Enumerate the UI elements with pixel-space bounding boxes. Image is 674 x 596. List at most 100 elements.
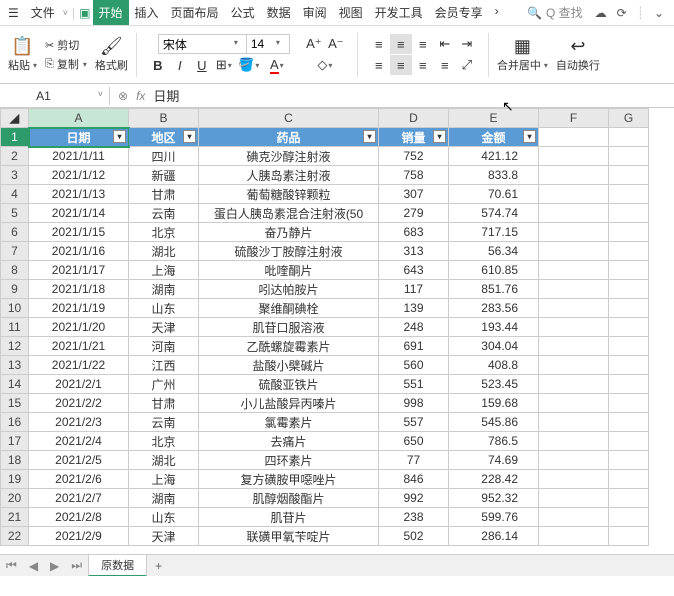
decrease-font-button[interactable]: A⁻ [325,34,347,54]
cell[interactable]: 691 [379,337,449,356]
cell[interactable]: 717.15 [449,223,539,242]
cell[interactable]: 70.61 [449,185,539,204]
cell[interactable]: 硫酸沙丁胺醇注射液 [199,242,379,261]
filter-button[interactable]: ▾ [363,130,376,143]
name-box[interactable]: A1 ˅ [0,87,110,105]
cell[interactable]: 846 [379,470,449,489]
column-header-D[interactable]: D [379,109,449,128]
cell[interactable]: 279 [379,204,449,223]
cell[interactable]: 复方磺胺甲噁唑片 [199,470,379,489]
cell[interactable]: 广州 [129,375,199,394]
cell[interactable]: 天津 [129,318,199,337]
row-header-15[interactable]: 15 [1,394,29,413]
cell[interactable]: 557 [379,413,449,432]
cell[interactable]: 乙酰螺旋霉素片 [199,337,379,356]
cell[interactable]: 560 [379,356,449,375]
orientation-button[interactable]: ⤢ [456,55,478,75]
column-header-F[interactable]: F [539,109,609,128]
filter-button[interactable]: ▾ [433,130,446,143]
cell[interactable]: 786.5 [449,432,539,451]
tab-insert[interactable]: 插入 [129,0,165,25]
cell[interactable]: 2021/2/3 [29,413,129,432]
cell[interactable]: 502 [379,527,449,546]
cell[interactable]: 408.8 [449,356,539,375]
indent-decrease-button[interactable]: ⇤ [434,34,456,54]
autowrap-button[interactable]: ↩ 自动换行 [554,34,602,75]
cell[interactable]: 2021/1/18 [29,280,129,299]
row-header-16[interactable]: 16 [1,413,29,432]
align-center-button[interactable]: ≡ [390,55,412,75]
cell[interactable]: 四环素片 [199,451,379,470]
select-all-corner[interactable]: ◢ [1,109,29,128]
cell[interactable]: 山东 [129,508,199,527]
sheet-nav-last[interactable]: ⏭ [65,558,88,573]
row-header-7[interactable]: 7 [1,242,29,261]
cell[interactable]: 云南 [129,204,199,223]
cell[interactable]: 2021/2/9 [29,527,129,546]
cell[interactable]: 77 [379,451,449,470]
column-header-G[interactable]: G [609,109,649,128]
cloud-icon[interactable]: ☁ [595,6,607,20]
cell[interactable]: 碘克沙醇注射液 [199,147,379,166]
cell[interactable]: 228.42 [449,470,539,489]
cell[interactable]: 新疆 [129,166,199,185]
cell[interactable]: 吲达帕胺片 [199,280,379,299]
copy-button[interactable]: ⎘复制▾ [43,55,89,73]
cell[interactable]: 2021/2/2 [29,394,129,413]
sync-icon[interactable]: ⟳ [617,6,627,20]
cell[interactable]: 肌醇烟酸酯片 [199,489,379,508]
cell[interactable]: 葡萄糖酸锌颗粒 [199,185,379,204]
cell[interactable]: 238 [379,508,449,527]
cell[interactable]: 湖北 [129,451,199,470]
cell[interactable]: 752 [379,147,449,166]
column-header-A[interactable]: A [29,109,129,128]
cell[interactable]: 523.45 [449,375,539,394]
cell[interactable]: 肌苷片 [199,508,379,527]
cell[interactable]: 551 [379,375,449,394]
cell[interactable]: 650 [379,432,449,451]
cell[interactable]: 上海 [129,470,199,489]
cell[interactable]: 159.68 [449,394,539,413]
grid[interactable]: ◢ ABCDEFG 1日期▾地区▾药品▾销量▾金额▾22021/1/11四川碘克… [0,108,649,546]
align-left-button[interactable]: ≡ [368,55,390,75]
row-header-1[interactable]: 1 [1,128,29,147]
cell[interactable]: 2021/1/13 [29,185,129,204]
tab-view[interactable]: 视图 [333,0,369,25]
cell[interactable]: 聚维酮碘栓 [199,299,379,318]
cell[interactable]: 2021/2/6 [29,470,129,489]
cell[interactable]: 2021/1/22 [29,356,129,375]
search-box[interactable]: 🔍 Q 查找 [523,4,587,21]
cell[interactable]: 盐酸小檗碱片 [199,356,379,375]
cell[interactable]: 286.14 [449,527,539,546]
paste-button[interactable]: 📋 粘贴▾ [6,34,39,75]
hamburger-icon[interactable]: ☰ [4,4,23,22]
collapse-icon[interactable]: ⌄ [654,6,664,20]
cell[interactable]: 545.86 [449,413,539,432]
cell[interactable]: 河南 [129,337,199,356]
cell[interactable]: 奋乃静片 [199,223,379,242]
tab-start[interactable]: 开始 [93,0,129,25]
header-cell[interactable]: 销量▾ [379,128,449,147]
cell[interactable]: 2021/1/16 [29,242,129,261]
row-header-22[interactable]: 22 [1,527,29,546]
cell[interactable]: 2021/1/19 [29,299,129,318]
fx-icon[interactable]: fx [136,89,145,103]
column-header-E[interactable]: E [449,109,539,128]
cell[interactable]: 江西 [129,356,199,375]
format-painter-button[interactable]: 🖌 格式刷 [93,34,130,75]
chevron-down-icon[interactable]: ˅ [98,89,103,99]
fill-color-button[interactable]: 🪣▾ [235,55,263,75]
fx-cancel-icon[interactable]: ⊗ [118,89,128,103]
align-middle-button[interactable]: ≡ [390,34,412,54]
cell[interactable]: 610.85 [449,261,539,280]
row-header-19[interactable]: 19 [1,470,29,489]
cell[interactable]: 湖北 [129,242,199,261]
clear-format-button[interactable]: ◇▾ [314,55,336,75]
tab-formula[interactable]: 公式 [225,0,261,25]
cell[interactable]: 56.34 [449,242,539,261]
cell[interactable]: 643 [379,261,449,280]
tab-member[interactable]: 会员专享 [429,0,489,25]
row-header-13[interactable]: 13 [1,356,29,375]
cell[interactable]: 283.56 [449,299,539,318]
cell[interactable]: 2021/2/8 [29,508,129,527]
